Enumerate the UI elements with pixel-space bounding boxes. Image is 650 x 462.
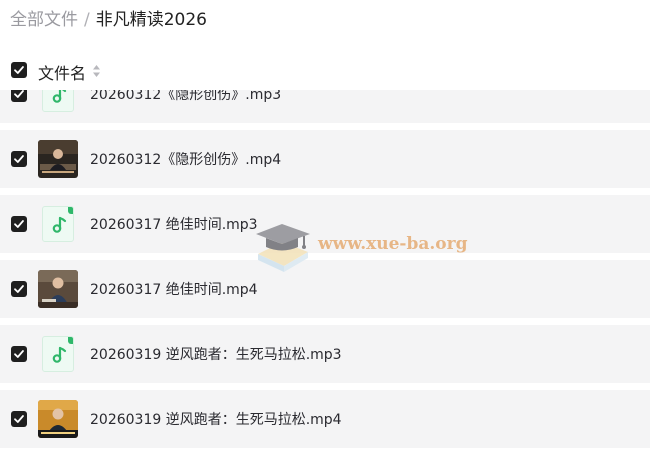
file-row-checkbox[interactable] [11, 346, 27, 362]
video-thumbnail [38, 400, 78, 438]
breadcrumb-separator: / [84, 10, 90, 30]
sort-icon[interactable] [92, 64, 101, 78]
video-thumbnail-icon [38, 270, 78, 308]
checkmark-icon [14, 90, 24, 98]
file-row[interactable]: 20260312《隐形创伤》.mp4 [0, 130, 650, 188]
breadcrumb-current: 非凡精读2026 [95, 10, 207, 30]
file-name[interactable]: 20260317 绝佳时间.mp4 [90, 279, 258, 299]
file-row-checkbox[interactable] [11, 216, 27, 232]
checkmark-icon [14, 350, 24, 358]
audio-file-icon [42, 90, 74, 112]
audio-file-icon [42, 336, 74, 372]
audio-file-icon [42, 206, 74, 242]
file-row-checkbox[interactable] [11, 151, 27, 167]
video-thumbnail [38, 140, 78, 178]
breadcrumb-root-link[interactable]: 全部文件 [10, 10, 78, 30]
checkmark-icon [14, 155, 24, 163]
file-name[interactable]: 20260312《隐形创伤》.mp4 [90, 149, 281, 169]
file-row[interactable]: 20260319 逆风跑者：生死马拉松.mp4 [0, 390, 650, 448]
checkmark-icon [14, 285, 24, 293]
video-thumbnail-icon [38, 400, 78, 438]
file-name[interactable]: 20260312《隐形创伤》.mp3 [90, 90, 281, 104]
checkmark-icon [14, 220, 24, 228]
file-row[interactable]: 20260317 绝佳时间.mp4 [0, 260, 650, 318]
music-note-icon [52, 216, 67, 233]
column-header-filename[interactable]: 文件名 [38, 60, 86, 84]
video-thumbnail [38, 270, 78, 308]
watermark-text: www.xue-ba.org [318, 234, 468, 254]
breadcrumb: 全部文件 / 非凡精读2026 [10, 9, 207, 31]
video-thumbnail-icon [38, 140, 78, 178]
file-row-checkbox[interactable] [11, 90, 27, 102]
file-row[interactable]: 20260312《隐形创伤》.mp3 [0, 90, 650, 123]
checkmark-icon [14, 415, 24, 423]
file-row[interactable]: 20260319 逆风跑者：生死马拉松.mp3 [0, 325, 650, 383]
select-all-checkbox[interactable] [11, 62, 27, 78]
file-list[interactable]: 20260312《隐形创伤》.mp3 20260312《隐形创伤》.mp4 2026… [0, 90, 650, 462]
file-row-checkbox[interactable] [11, 281, 27, 297]
file-name[interactable]: 20260317 绝佳时间.mp3 [90, 214, 258, 234]
file-name[interactable]: 20260319 逆风跑者：生死马拉松.mp4 [90, 409, 342, 429]
file-list-header: 文件名 [0, 58, 650, 84]
checkmark-icon [14, 66, 24, 74]
file-row-checkbox[interactable] [11, 411, 27, 427]
music-note-icon [52, 346, 67, 363]
file-name[interactable]: 20260319 逆风跑者：生死马拉松.mp3 [90, 344, 342, 364]
music-note-icon [52, 90, 67, 103]
